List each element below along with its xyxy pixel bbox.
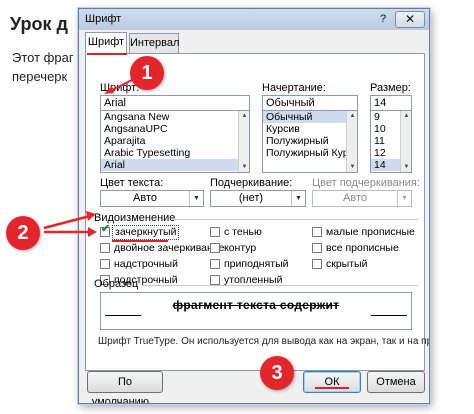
close-button[interactable]: ✕ <box>395 11 425 28</box>
scroll-down-icon[interactable]: ▼ <box>239 162 249 172</box>
strikethrough-label: зачеркнутый <box>112 225 180 240</box>
list-item[interactable]: Angsana New <box>101 111 249 123</box>
scroll-up-icon[interactable]: ▲ <box>239 111 249 121</box>
checkbox-box[interactable] <box>210 259 220 269</box>
emboss-label: приподнятый <box>224 258 289 270</box>
effects-separator <box>172 219 418 220</box>
superscript-label: надстрочный <box>114 258 178 270</box>
list-item[interactable]: Полужирный Курсив <box>263 147 357 159</box>
list-item[interactable]: Arabic Typesetting <box>101 147 249 159</box>
checkbox-box[interactable] <box>210 227 220 237</box>
scroll-down-icon[interactable]: ▼ <box>347 162 357 172</box>
font-list[interactable]: Angsana New AngsanaUPC Aparajita Arabic … <box>100 110 250 173</box>
size-label: Размер: <box>370 82 411 94</box>
checkbox-box[interactable] <box>312 243 322 253</box>
size-list-scrollbar[interactable]: ▲ ▼ <box>400 111 411 172</box>
checkbox-box[interactable] <box>100 259 110 269</box>
text-color-label: Цвет текста: <box>100 177 164 189</box>
preview-baseline-right <box>371 315 407 316</box>
list-item[interactable]: AngsanaUPC <box>101 123 249 135</box>
checkbox-box[interactable] <box>210 243 220 253</box>
style-list-scrollbar[interactable]: ▲ ▼ <box>346 111 357 172</box>
hidden-label: скрытый <box>326 258 368 270</box>
dialog-title: Шрифт <box>85 13 122 25</box>
preview-baseline-left <box>105 315 141 316</box>
article-heading: Урок д <box>10 14 68 34</box>
list-item[interactable]: Полужирный <box>263 135 357 147</box>
text-color-select[interactable]: Авто ▼ <box>100 190 204 207</box>
underline-color-select: Авто ▼ <box>312 190 412 207</box>
preview-separator <box>142 285 418 286</box>
list-item-selected[interactable]: Arial <box>101 159 249 171</box>
scroll-down-icon[interactable]: ▼ <box>401 162 411 172</box>
step-badge-3: 3 <box>260 356 294 390</box>
step2-arrows-icon <box>43 211 97 237</box>
dialog-titlebar[interactable]: Шрифт ? ✕ <box>79 9 429 30</box>
tab-highlight-underline <box>87 53 127 55</box>
ok-button[interactable]: ОК <box>303 371 361 393</box>
help-button[interactable]: ? <box>375 12 391 27</box>
double-strikethrough-label: двойное зачеркивание <box>114 242 225 254</box>
size-list[interactable]: 9 10 11 12 14 ▲ ▼ <box>370 110 412 173</box>
scroll-up-icon[interactable]: ▲ <box>401 111 411 121</box>
style-label: Начертание: <box>262 82 326 94</box>
step-badge-1: 1 <box>130 56 164 90</box>
underline-select[interactable]: (нет) ▼ <box>210 190 306 207</box>
list-item-selected[interactable]: Обычный <box>263 111 357 123</box>
underline-color-label: Цвет подчеркивания: <box>312 177 420 189</box>
ok-highlight <box>315 387 349 389</box>
all-caps-label: все прописные <box>326 242 399 254</box>
underline-label: Подчеркивание: <box>210 177 293 189</box>
tab-font[interactable]: Шрифт <box>85 32 127 54</box>
chevron-down-icon[interactable]: ▼ <box>189 191 203 206</box>
preview-sample-text: фрагмент текста содержит <box>172 298 340 312</box>
style-list[interactable]: Обычный Курсив Полужирный Полужирный Кур… <box>262 110 358 173</box>
check-icon: ✔ <box>101 223 111 235</box>
checkbox-box[interactable] <box>312 227 322 237</box>
outline-label: контур <box>224 242 257 254</box>
article-line-1: Этот фраг <box>12 50 74 65</box>
preview-box: фрагмент текста содержит <box>100 292 412 330</box>
list-item[interactable]: Курсив <box>263 123 357 135</box>
checkbox-box[interactable] <box>210 275 220 285</box>
step-badge-2: 2 <box>6 216 40 250</box>
font-list-scrollbar[interactable]: ▲ ▼ <box>238 111 249 172</box>
chevron-down-icon: ▼ <box>397 191 411 206</box>
shadow-label: с тенью <box>224 226 262 238</box>
set-default-button[interactable]: По умолчанию... <box>87 371 163 403</box>
chevron-down-icon[interactable]: ▼ <box>291 191 305 206</box>
preview-group-label: Образец <box>94 278 139 290</box>
underline-value: (нет) <box>238 192 264 204</box>
article-line-2: перечерк <box>12 69 68 84</box>
tab-spacing[interactable]: Интервал <box>129 33 179 53</box>
checkbox-box[interactable] <box>100 243 110 253</box>
list-item[interactable]: Aparajita <box>101 135 249 147</box>
underline-color-value: Авто <box>343 192 367 204</box>
checkbox-box[interactable] <box>312 259 322 269</box>
scroll-up-icon[interactable]: ▲ <box>347 111 357 121</box>
font-type-description: Шрифт TrueType. Он используется для выво… <box>98 336 430 347</box>
font-tab-panel: Шрифт: Arial Angsana New AngsanaUPC Apar… <box>85 53 429 371</box>
small-caps-label: малые прописные <box>326 226 415 238</box>
article-paragraph: Этот фраг перечерк <box>12 48 74 86</box>
text-color-value: Авто <box>133 192 157 204</box>
cancel-button[interactable]: Отмена <box>367 371 425 393</box>
